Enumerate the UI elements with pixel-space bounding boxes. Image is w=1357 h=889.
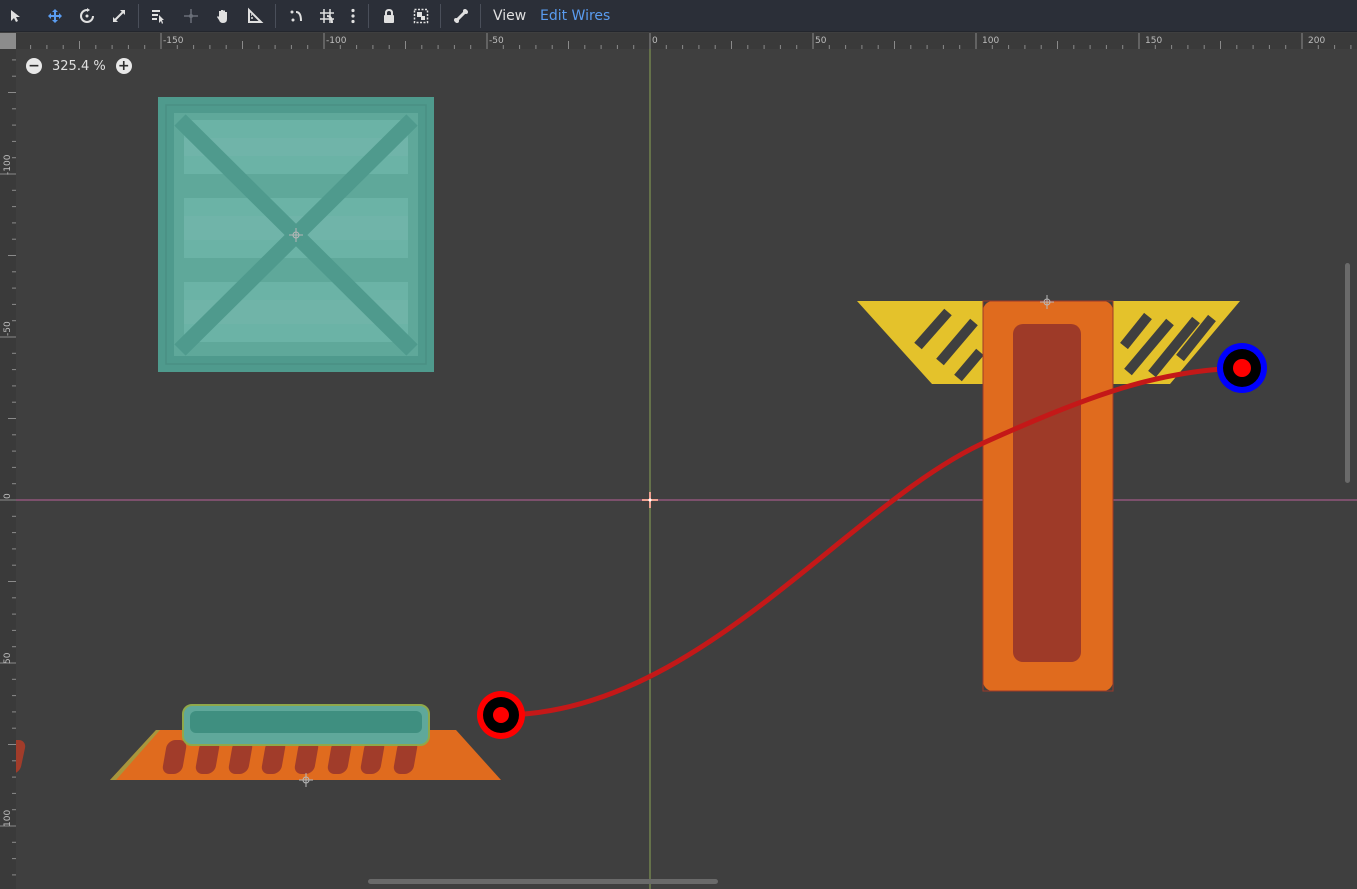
ruler-label: 150 — [1145, 36, 1162, 46]
hand-icon — [217, 10, 227, 23]
move-tool-button[interactable] — [43, 4, 67, 28]
ruler-label: -50 — [489, 36, 504, 46]
horizontal-scrollbar[interactable] — [368, 879, 718, 884]
toolbar-separator — [138, 4, 139, 28]
ruler-icon — [248, 7, 264, 23]
wire-start-node[interactable] — [477, 691, 525, 739]
group-icon — [413, 8, 429, 24]
bone-icon — [454, 9, 468, 23]
pivot-tool-button[interactable] — [179, 4, 203, 28]
smart-snap-button[interactable] — [284, 4, 308, 28]
ruler-label: -150 — [163, 36, 184, 46]
list-select-button[interactable] — [146, 4, 170, 28]
minus-icon: − — [28, 58, 40, 74]
ruler-label: 200 — [1308, 36, 1325, 46]
canvas-viewport[interactable] — [16, 49, 1357, 889]
ruler-label: 100 — [3, 810, 13, 827]
zoom-out-button[interactable]: − — [26, 58, 42, 74]
ruler-label: 0 — [3, 493, 13, 499]
ruler-corner — [0, 33, 16, 49]
zoom-in-button[interactable]: + — [115, 58, 132, 74]
rotate-icon — [80, 8, 94, 23]
ruler-label: -100 — [3, 154, 13, 175]
snap-options-button[interactable] — [343, 4, 363, 28]
bones-button[interactable] — [449, 4, 473, 28]
edit-wires-menu[interactable]: Edit Wires — [540, 6, 610, 26]
plus-icon: + — [117, 58, 130, 74]
vertical-ruler[interactable]: -100 -50 0 50 100 — [0, 49, 16, 889]
wire-end-node[interactable] — [1217, 343, 1267, 393]
ruler-label: 100 — [982, 36, 999, 46]
grid-snap-button[interactable] — [315, 4, 339, 28]
select-arrow-icon — [11, 10, 20, 22]
move-icon — [48, 9, 62, 23]
ruler-label: 0 — [652, 36, 658, 46]
rotate-tool-button[interactable] — [75, 4, 99, 28]
list-select-icon — [152, 10, 164, 24]
ruler-label: -50 — [3, 321, 13, 336]
scale-icon — [113, 10, 125, 22]
pan-tool-button[interactable] — [211, 4, 235, 28]
toolbar-separator — [275, 4, 276, 28]
toolbar-separator — [480, 4, 481, 28]
snap-icon — [290, 10, 302, 22]
zoom-controls: − 325.4 % + — [26, 57, 132, 75]
grid-snap-icon — [320, 9, 334, 24]
vertical-dots-icon — [351, 8, 355, 24]
lock-icon — [384, 8, 394, 23]
group-button[interactable] — [409, 4, 433, 28]
select-tool-button[interactable] — [3, 4, 27, 28]
lock-button[interactable] — [377, 4, 401, 28]
horizontal-ruler[interactable]: -150 -100 -50 0 50 100 150 200 — [16, 33, 1357, 49]
editor-toolbar: View Edit Wires — [0, 0, 1357, 32]
pivot-icon — [184, 9, 198, 23]
ruler-label: 50 — [3, 652, 13, 664]
scale-tool-button[interactable] — [107, 4, 131, 28]
view-menu[interactable]: View — [493, 6, 526, 26]
ruler-label: -100 — [326, 36, 347, 46]
ruler-tool-button[interactable] — [243, 4, 267, 28]
vertical-scrollbar[interactable] — [1345, 263, 1350, 483]
ruler-label: 50 — [815, 36, 827, 46]
toolbar-separator — [368, 4, 369, 28]
zoom-level-label[interactable]: 325.4 % — [52, 59, 106, 74]
toolbar-separator — [440, 4, 441, 28]
